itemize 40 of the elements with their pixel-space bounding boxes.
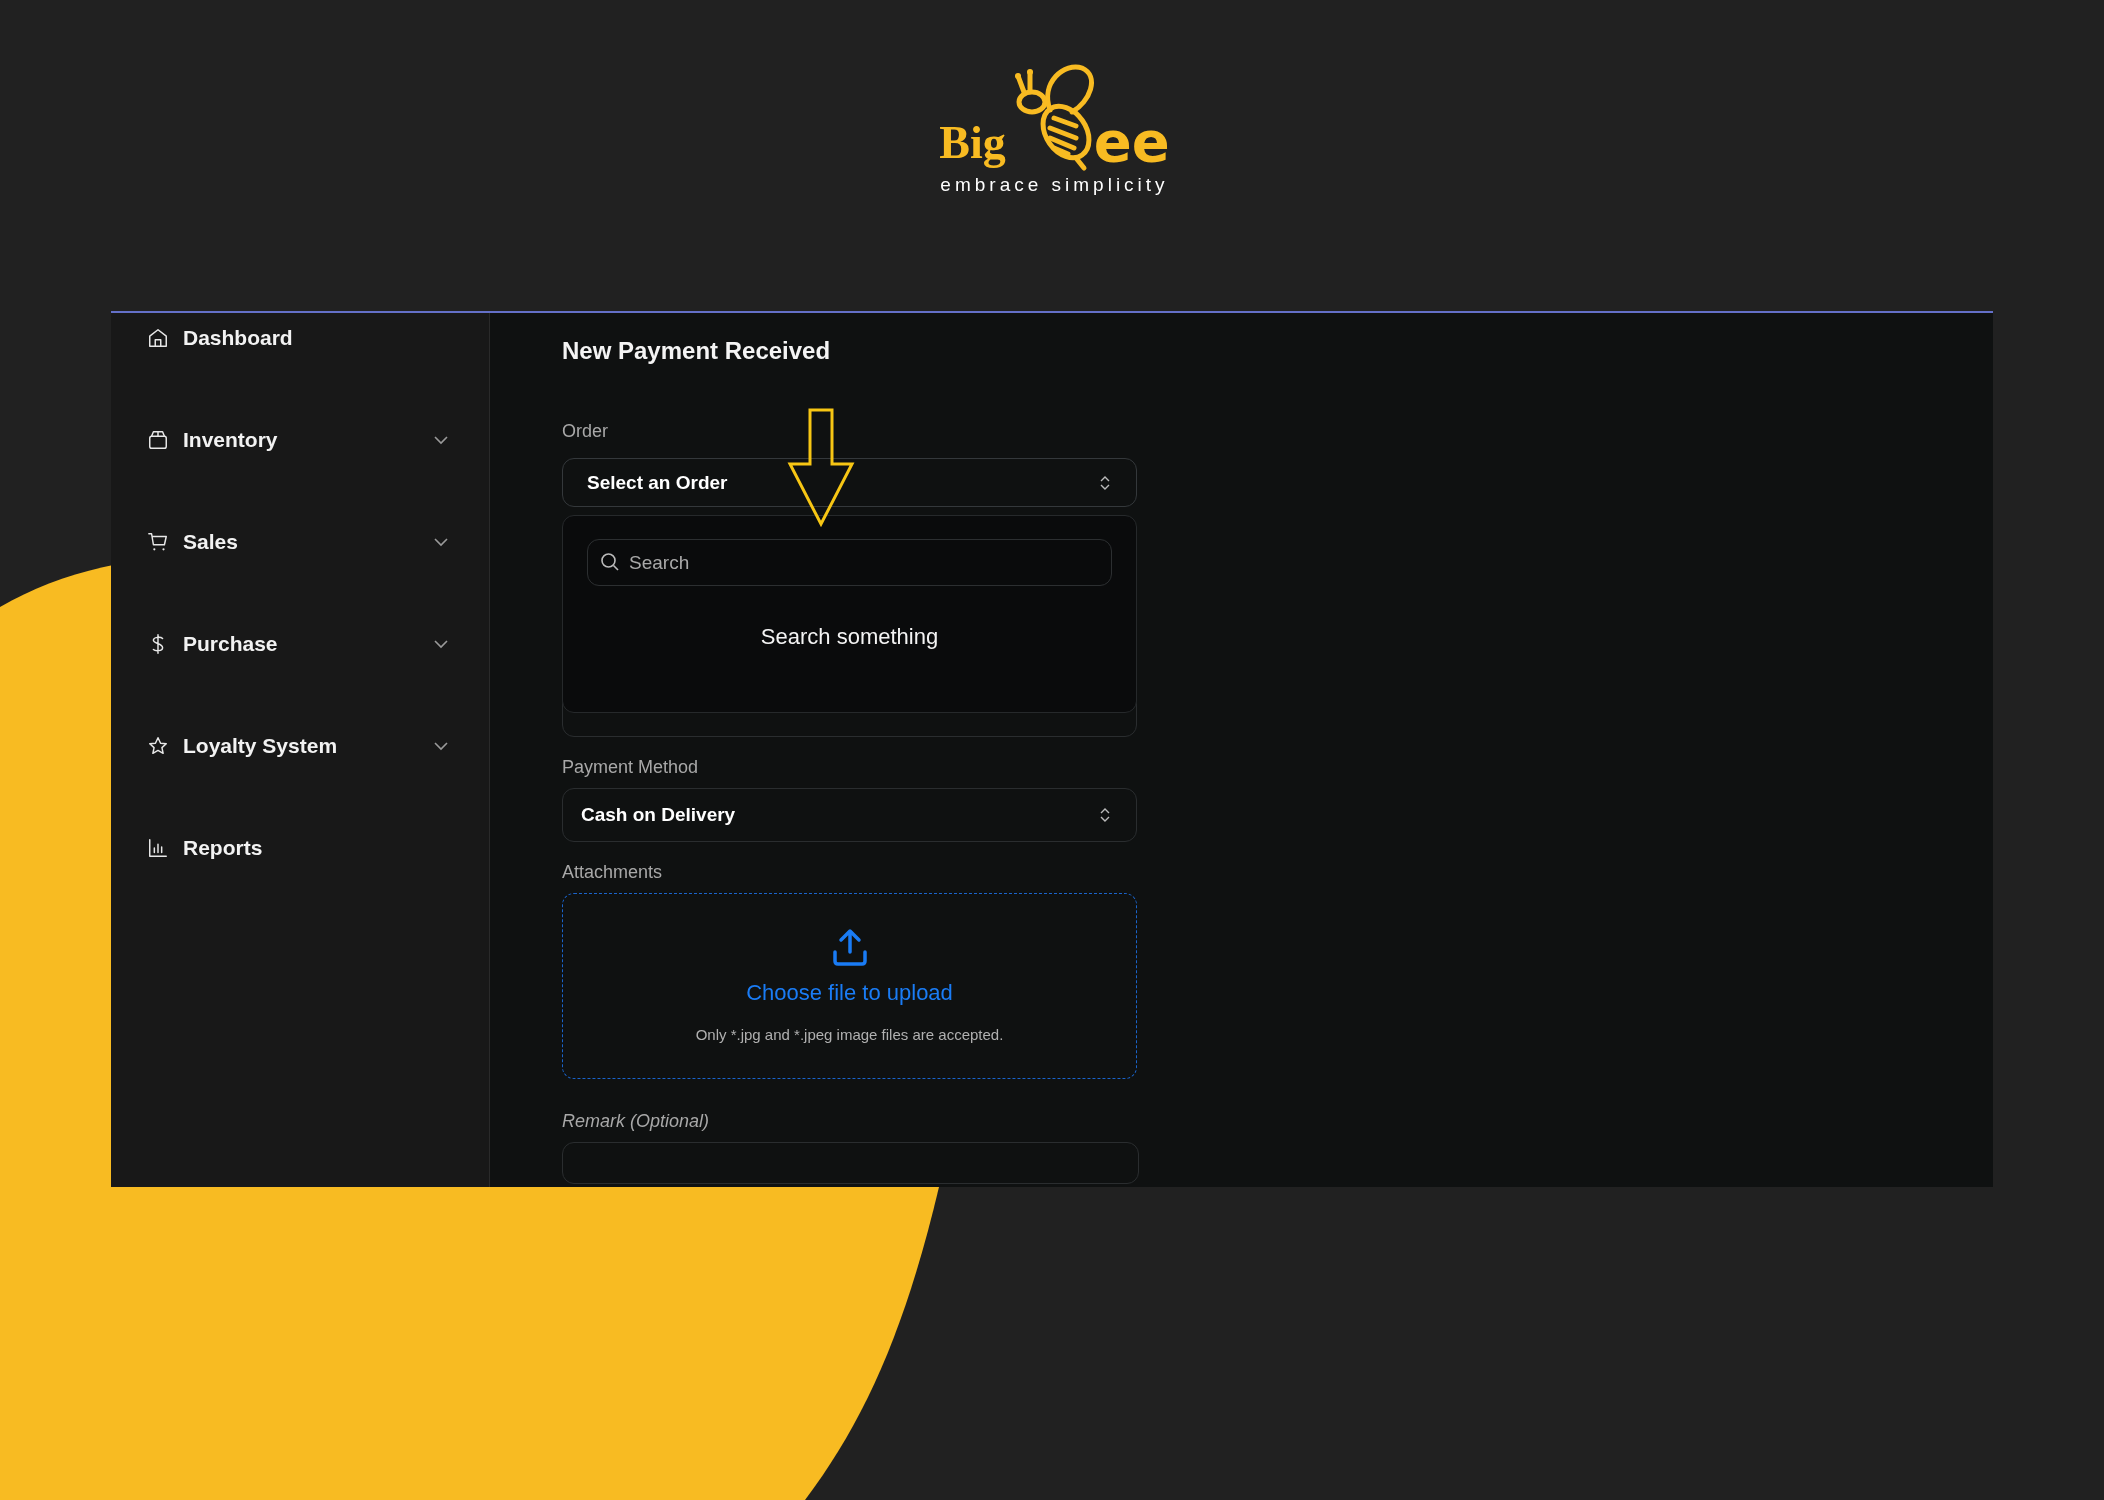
upload-link[interactable]: Choose file to upload — [746, 980, 953, 1006]
nav-label: Inventory — [183, 428, 279, 452]
nav-item[interactable]: Reports — [111, 823, 489, 873]
nav-item[interactable]: Loyalty System — [111, 721, 489, 771]
chevron-up-down-icon — [1098, 807, 1112, 823]
nav-label: Loyalty System — [183, 734, 339, 758]
nav-item[interactable]: Dashboard — [111, 313, 489, 363]
nav-item[interactable]: Inventory — [111, 415, 489, 465]
nav-label: Dashboard — [183, 326, 294, 350]
upload-hint: Only *.jpg and *.jpeg image files are accepted. — [695, 1026, 1004, 1043]
search-field[interactable]: Search — [587, 539, 1112, 586]
home-icon — [147, 327, 169, 349]
field-label: Attachments — [562, 862, 664, 883]
field-label: Remark (Optional) — [562, 1111, 711, 1132]
remark-field[interactable] — [562, 1142, 1139, 1184]
nav-label: Purchase — [183, 632, 279, 656]
cart-icon — [147, 531, 169, 553]
chevron-up-down-icon — [1098, 474, 1112, 491]
empty-message: Search something — [759, 624, 940, 650]
page-title: New Payment Received — [562, 337, 832, 365]
field-label: Payment Method — [562, 757, 700, 778]
nav-item[interactable]: Sales — [111, 517, 489, 567]
field-label: Order — [562, 421, 609, 442]
upload-dropzone[interactable]: Choose file to upload Only *.jpg and *.jpeg image files are accepted. — [562, 893, 1137, 1079]
nav-item[interactable]: Purchase — [111, 619, 489, 669]
search-icon — [600, 552, 620, 572]
logo-text: ee — [1093, 114, 1170, 170]
nav-label: Reports — [183, 836, 264, 860]
logo-tagline: embrace simplicity — [940, 174, 1169, 196]
logo-text: Big — [939, 120, 1006, 166]
chevron-down-icon — [433, 741, 449, 751]
bar-chart-icon — [147, 837, 169, 859]
chevron-down-icon — [433, 639, 449, 649]
chevron-down-icon — [433, 435, 449, 445]
order-select[interactable]: Select an Order — [562, 458, 1137, 507]
nav-label: Sales — [183, 530, 239, 554]
payment-method-select[interactable]: Cash on Delivery — [562, 788, 1137, 842]
star-icon — [147, 735, 169, 757]
chevron-down-icon — [433, 537, 449, 547]
box-icon — [147, 429, 169, 451]
